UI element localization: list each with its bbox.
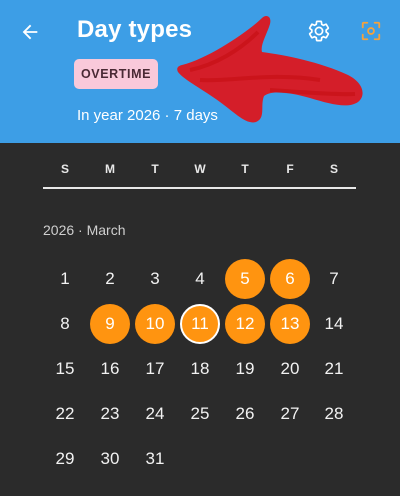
calendar-day-selected[interactable]: 9 <box>90 304 130 344</box>
weekday-header: S M T W T F S <box>43 162 356 178</box>
calendar-day[interactable]: 1 <box>45 259 85 299</box>
calendar-day[interactable]: 26 <box>225 394 265 434</box>
calendar-day[interactable]: 8 <box>45 304 85 344</box>
weekday-divider <box>43 187 356 189</box>
year-summary: In year 2026 · 7 days <box>77 107 218 124</box>
back-button[interactable] <box>14 16 46 48</box>
calendar-day[interactable]: 30 <box>90 439 130 479</box>
calendar-day[interactable]: 2 <box>90 259 130 299</box>
calendar-day[interactable]: 16 <box>90 349 130 389</box>
settings-button[interactable] <box>303 15 335 47</box>
weekday-label: F <box>286 162 294 176</box>
top-app-bar: Day types OVERTIME In year 2026 · 7 days <box>0 0 400 143</box>
calendar-day[interactable]: 27 <box>270 394 310 434</box>
calendar-day[interactable]: 23 <box>90 394 130 434</box>
weekday-label: S <box>60 162 69 176</box>
calendar-day[interactable]: 4 <box>180 259 220 299</box>
weekday-label: M <box>105 162 115 176</box>
calendar-day-selected[interactable]: 6 <box>270 259 310 299</box>
calendar-day[interactable]: 14 <box>314 304 354 344</box>
calendar-day[interactable]: 24 <box>135 394 175 434</box>
calendar-day[interactable]: 25 <box>180 394 220 434</box>
calendar-day-today[interactable]: 11 <box>180 304 220 344</box>
calendar-day[interactable]: 19 <box>225 349 265 389</box>
gear-icon <box>308 20 330 42</box>
calendar-day[interactable]: 22 <box>45 394 85 434</box>
calendar-day[interactable]: 17 <box>135 349 175 389</box>
month-label: 2026 · March <box>43 222 126 238</box>
calendar-day[interactable]: 7 <box>314 259 354 299</box>
calendar-day-selected[interactable]: 10 <box>135 304 175 344</box>
overtime-chip[interactable]: OVERTIME <box>74 59 158 89</box>
weekday-label: W <box>194 162 206 176</box>
calendar-day[interactable]: 3 <box>135 259 175 299</box>
calendar-day[interactable]: 31 <box>135 439 175 479</box>
scan-focus-icon <box>361 21 381 41</box>
calendar-day[interactable]: 20 <box>270 349 310 389</box>
calendar-day-selected[interactable]: 5 <box>225 259 265 299</box>
arrow-left-icon <box>22 24 38 40</box>
calendar-day-selected[interactable]: 13 <box>270 304 310 344</box>
calendar-day[interactable]: 18 <box>180 349 220 389</box>
calendar-day-selected[interactable]: 12 <box>225 304 265 344</box>
weekday-label: T <box>151 162 159 176</box>
weekday-label: S <box>329 162 338 176</box>
weekday-label: T <box>241 162 249 176</box>
scan-button[interactable] <box>355 15 387 47</box>
calendar-day[interactable]: 21 <box>314 349 354 389</box>
calendar-day[interactable]: 28 <box>314 394 354 434</box>
calendar-day[interactable]: 29 <box>45 439 85 479</box>
calendar-day[interactable]: 15 <box>45 349 85 389</box>
